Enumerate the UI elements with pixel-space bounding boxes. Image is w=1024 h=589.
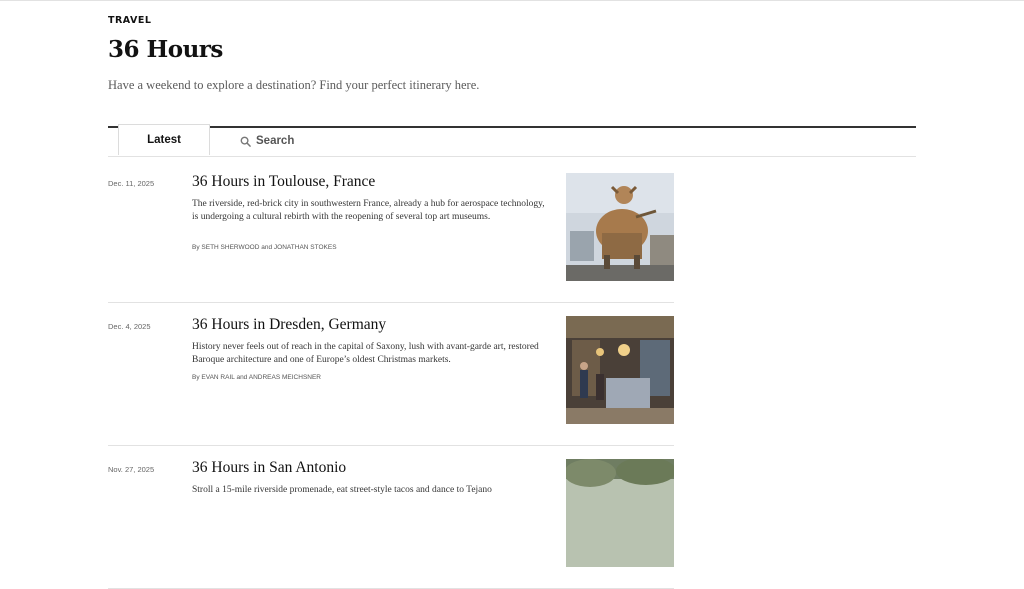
article-item: Dec. 4, 2025 36 Hours in Dresden, German… [108,303,674,446]
author-link[interactable]: Jonathan Stokes [274,244,337,251]
article-item: Nov. 27, 2025 36 Hours in San Antonio St… [108,446,674,589]
article-title-link[interactable]: 36 Hours in Dresden, Germany [192,316,386,334]
article-summary: Stroll a 15-mile riverside promenade, ea… [192,485,492,495]
tab-search-label: Search [256,135,295,147]
article-summary: The riverside, red-brick city in southwe… [192,199,545,222]
author-link[interactable]: Andreas Meichsner [249,374,321,381]
article-date: Dec. 11, 2025 [108,179,155,188]
article-list: Dec. 11, 2025 36 Hours in Toulouse, Fran… [108,160,674,589]
top-divider [0,0,1024,1]
tab-search[interactable]: Search [240,128,294,154]
article-byline: By Seth Sherwood and Jonathan Stokes [192,244,337,251]
article-item: Dec. 11, 2025 36 Hours in Toulouse, Fran… [108,160,674,303]
page-title: 36 Hours [108,36,223,63]
article-title-link[interactable]: 36 Hours in Toulouse, France [192,173,375,191]
article-thumbnail[interactable] [566,459,674,567]
article-thumbnail[interactable] [566,316,674,424]
author-link[interactable]: Seth Sherwood [201,244,259,251]
article-thumbnail[interactable] [566,173,674,281]
article-byline: By Evan Rail and Andreas Meichsner [192,374,321,381]
author-link[interactable]: Evan Rail [201,374,234,381]
tab-latest[interactable]: Latest [118,124,210,155]
article-summary: History never feels out of reach in the … [192,342,539,365]
page-subtitle: Have a weekend to explore a destination?… [108,78,480,92]
article-date: Nov. 27, 2025 [108,465,155,474]
search-icon [240,136,251,147]
tab-bar: Latest Search [108,124,916,157]
article-date: Dec. 4, 2025 [108,322,151,331]
section-label[interactable]: Travel [108,15,151,26]
article-title-link[interactable]: 36 Hours in San Antonio [192,459,346,477]
